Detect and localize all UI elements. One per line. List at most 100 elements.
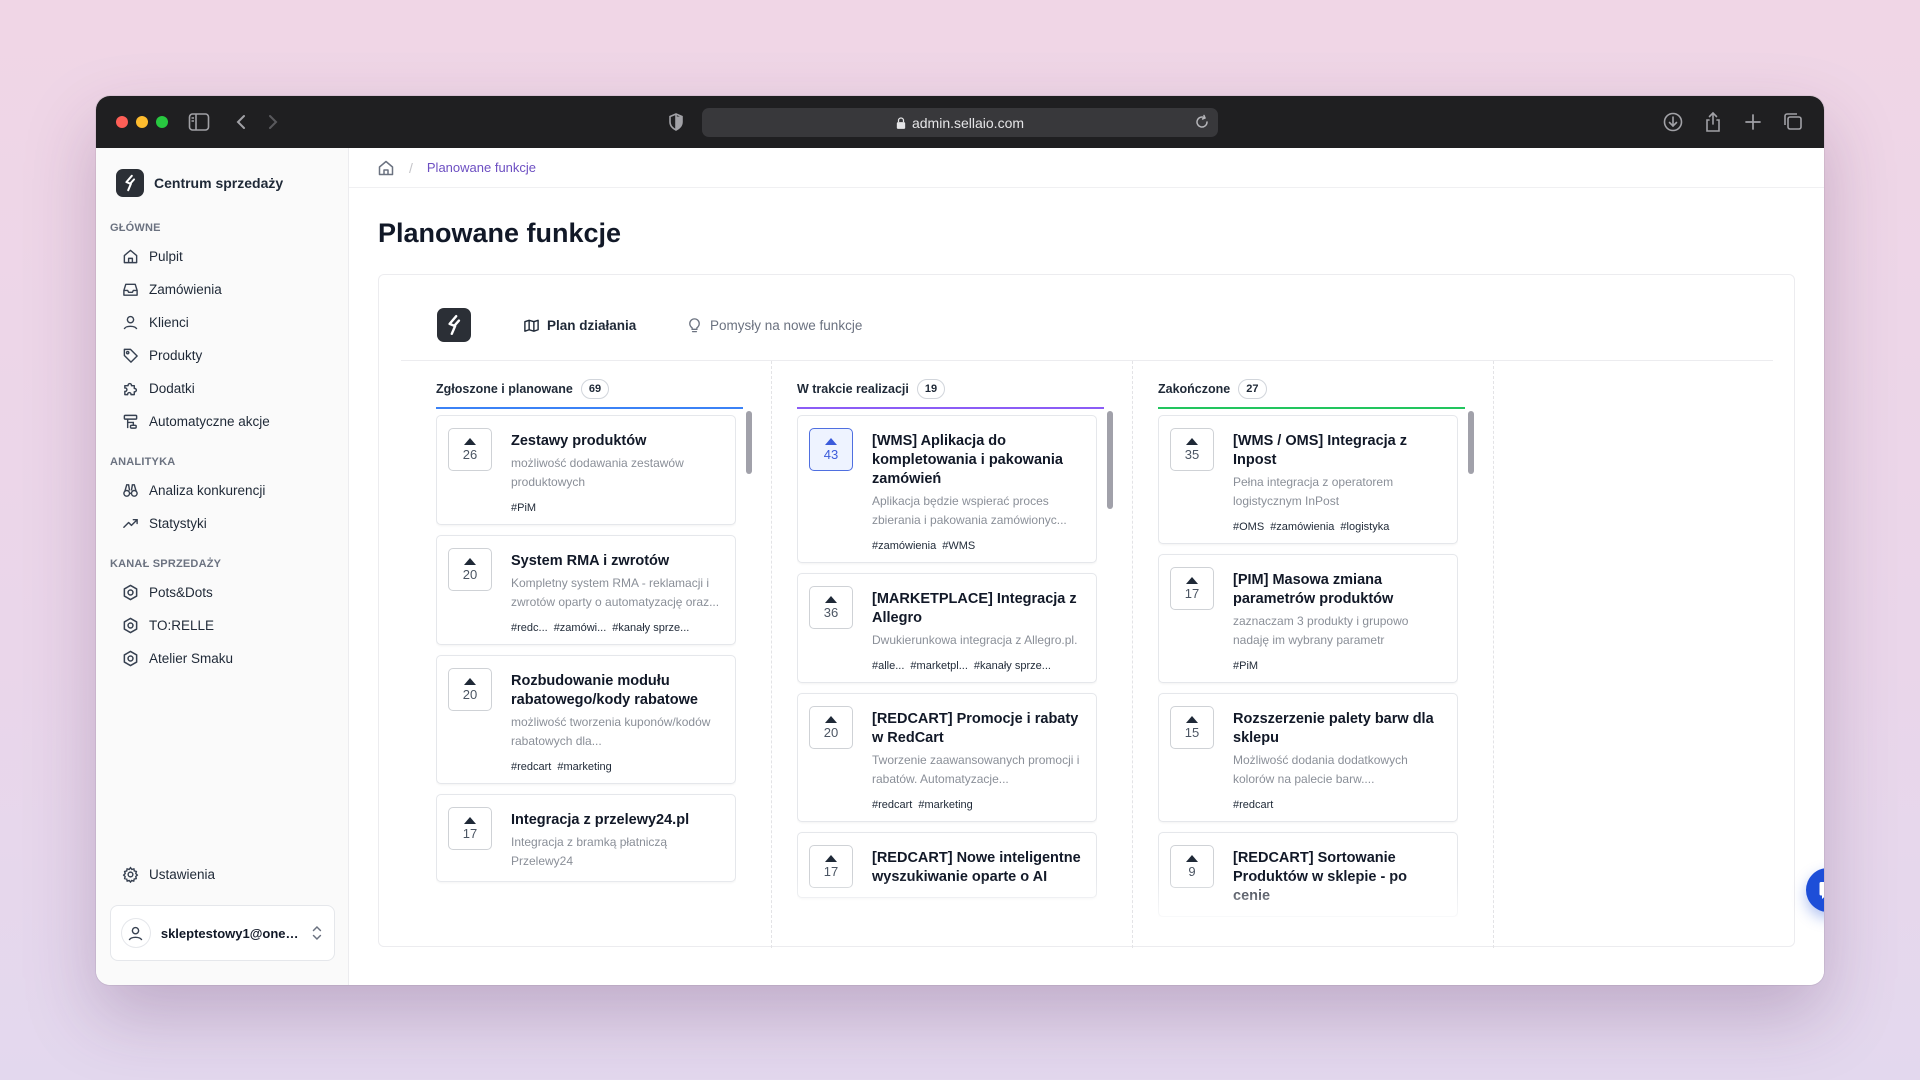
card-title: [WMS] Aplikacja do kompletowania i pakow… — [872, 433, 1063, 487]
tag[interactable]: #redcart — [872, 799, 912, 811]
vote-count: 17 — [1184, 585, 1200, 601]
upvote-button[interactable]: 36 — [809, 586, 853, 629]
feature-card[interactable]: 17 [PIM] Masowa zmiana parametrów produkt… — [1158, 554, 1458, 683]
column-scrollbar[interactable] — [746, 411, 752, 911]
upvote-button[interactable]: 20 — [448, 668, 492, 711]
upvote-button[interactable]: 20 — [809, 706, 853, 749]
tag[interactable]: #zamówi... — [554, 622, 607, 634]
column-1: W trakcie realizacji 19 43 [WMS] Aplikacja … — [797, 361, 1113, 917]
card-title: [REDCART] Promocje i rabaty w RedCart — [872, 711, 1079, 746]
vote-count: 15 — [1184, 724, 1200, 740]
tag[interactable]: #marketpl... — [910, 660, 967, 672]
brand[interactable]: Centrum sprzedaży — [116, 168, 334, 198]
feature-card[interactable]: 20 Rozbudowanie modułu rabatowego/kody ra… — [436, 655, 736, 784]
new-tab-icon[interactable] — [1742, 111, 1764, 133]
sidebar-toggle-icon[interactable] — [188, 112, 210, 132]
scrollbar-thumb[interactable] — [1107, 411, 1113, 509]
maximize-window-button[interactable] — [156, 116, 168, 128]
tag[interactable]: #kanały sprze... — [974, 660, 1051, 672]
feature-card[interactable]: 36 [MARKETPLACE] Integracja z Allegro Dwuk… — [797, 573, 1097, 683]
column-accent-line — [1158, 407, 1465, 409]
upvote-button[interactable]: 35 — [1170, 428, 1214, 471]
tag[interactable]: #PiM — [1233, 660, 1258, 672]
close-window-button[interactable] — [116, 116, 128, 128]
sidebar-item-zamowienia[interactable]: Zamówienia — [110, 273, 334, 306]
sidebar-item-pulpit[interactable]: Pulpit — [110, 240, 334, 273]
upvote-button[interactable]: 20 — [448, 548, 492, 591]
tag[interactable]: #redc... — [511, 622, 548, 634]
tag[interactable]: #marketing — [918, 799, 972, 811]
tab-overview-icon[interactable] — [1782, 111, 1804, 133]
tag[interactable]: #kanały sprze... — [612, 622, 689, 634]
sidebar-item-atelier-smaku[interactable]: Atelier Smaku — [110, 642, 334, 675]
upvote-button[interactable]: 17 — [1170, 567, 1214, 610]
upvote-button[interactable]: 15 — [1170, 706, 1214, 749]
share-icon[interactable] — [1702, 111, 1724, 133]
privacy-shield-icon[interactable] — [666, 112, 686, 132]
feature-card[interactable]: 26 Zestawy produktów możliwość dodawania z… — [436, 415, 736, 525]
reload-icon[interactable] — [1194, 114, 1210, 130]
feature-card[interactable]: 43 [WMS] Aplikacja do kompletowania i pak… — [797, 415, 1097, 563]
tag[interactable]: #redcart — [511, 761, 551, 773]
vote-count: 43 — [823, 446, 839, 462]
lock-icon — [896, 116, 906, 129]
tag[interactable]: #logistyka — [1340, 521, 1389, 533]
upvote-button[interactable]: 43 — [809, 428, 853, 471]
tag[interactable]: #marketing — [557, 761, 611, 773]
upvote-arrow-icon — [1186, 576, 1198, 584]
card-title: [MARKETPLACE] Integracja z Allegro — [872, 591, 1077, 626]
app-shell: Centrum sprzedaży GŁÓWNE Pulpit Zamówien… — [96, 148, 1824, 985]
sidebar-item-torelle[interactable]: TO:RELLE — [110, 609, 334, 642]
address-bar[interactable]: admin.sellaio.com — [702, 108, 1218, 137]
tag[interactable]: #alle... — [872, 660, 904, 672]
sidebar-item-label: Ustawienia — [149, 867, 216, 882]
breadcrumb-current[interactable]: Planowane funkcje — [427, 160, 536, 175]
tag[interactable]: #WMS — [942, 540, 975, 552]
vote-count: 26 — [462, 446, 478, 462]
window-controls — [116, 116, 168, 128]
sidebar-item-analiza-konkurencji[interactable]: Analiza konkurencji — [110, 474, 334, 507]
tab-pomysly[interactable]: Pomysły na nowe funkcje — [686, 317, 862, 334]
card-list: 26 Zestawy produktów możliwość dodawania z… — [436, 415, 736, 917]
upvote-button[interactable]: 17 — [809, 845, 853, 888]
column-accent-line — [436, 407, 743, 409]
sidebar-item-ustawienia[interactable]: Ustawienia — [110, 858, 335, 891]
downloads-icon[interactable] — [1662, 111, 1684, 133]
tab-plan-dzialania[interactable]: Plan działania — [523, 317, 636, 334]
tag[interactable]: #redcart — [1233, 799, 1273, 811]
user-menu[interactable]: skleptestowy1@onet.pl — [110, 905, 335, 961]
tag[interactable]: #zamówienia — [872, 540, 936, 552]
sidebar-item-dodatki[interactable]: Dodatki — [110, 372, 334, 405]
sidebar-item-statystyki[interactable]: Statystyki — [110, 507, 334, 540]
sidebar-item-klienci[interactable]: Klienci — [110, 306, 334, 339]
sidebar-item-automatyczne-akcje[interactable]: Automatyczne akcje — [110, 405, 334, 438]
forward-arrow-icon[interactable] — [262, 112, 282, 132]
column-title: Zgłoszone i planowane — [436, 382, 573, 396]
home-icon[interactable] — [377, 159, 395, 177]
upvote-button[interactable]: 17 — [448, 807, 492, 850]
minimize-window-button[interactable] — [136, 116, 148, 128]
scrollbar-thumb[interactable] — [1468, 411, 1474, 474]
feature-card[interactable]: 35 [WMS / OMS] Integracja z Inpost Pełna i… — [1158, 415, 1458, 544]
tag[interactable]: #PiM — [511, 502, 536, 514]
feature-card[interactable]: 15 Rozszerzenie palety barw dla sklepu Moż… — [1158, 693, 1458, 822]
section-label-channels: KANAŁ SPRZEDAŻY — [110, 558, 222, 570]
feature-card[interactable]: 9 [REDCART] Sortowanie Produktów w sklepi… — [1158, 832, 1458, 917]
column-header: Zakończone 27 — [1158, 379, 1267, 399]
scrollbar-thumb[interactable] — [746, 411, 752, 474]
back-arrow-icon[interactable] — [232, 112, 252, 132]
feature-card[interactable]: 17 Integracja z przelewy24.pl Integracja z… — [436, 794, 736, 882]
column-header: Zgłoszone i planowane 69 — [436, 379, 610, 399]
tag[interactable]: #zamówienia — [1270, 521, 1334, 533]
sidebar-item-label: Zamówienia — [149, 282, 222, 297]
tag[interactable]: #OMS — [1233, 521, 1264, 533]
sidebar-item-produkty[interactable]: Produkty — [110, 339, 334, 372]
feature-card[interactable]: 20 System RMA i zwrotów Kompletny system R… — [436, 535, 736, 645]
sidebar-item-pots-dots[interactable]: Pots&Dots — [110, 576, 334, 609]
feature-card[interactable]: 17 [REDCART] Nowe inteligentne wyszukiwan… — [797, 832, 1097, 898]
column-scrollbar[interactable] — [1468, 411, 1474, 911]
column-scrollbar[interactable] — [1107, 411, 1113, 911]
upvote-button[interactable]: 9 — [1170, 845, 1214, 888]
upvote-button[interactable]: 26 — [448, 428, 492, 471]
feature-card[interactable]: 20 [REDCART] Promocje i rabaty w RedCart T… — [797, 693, 1097, 822]
